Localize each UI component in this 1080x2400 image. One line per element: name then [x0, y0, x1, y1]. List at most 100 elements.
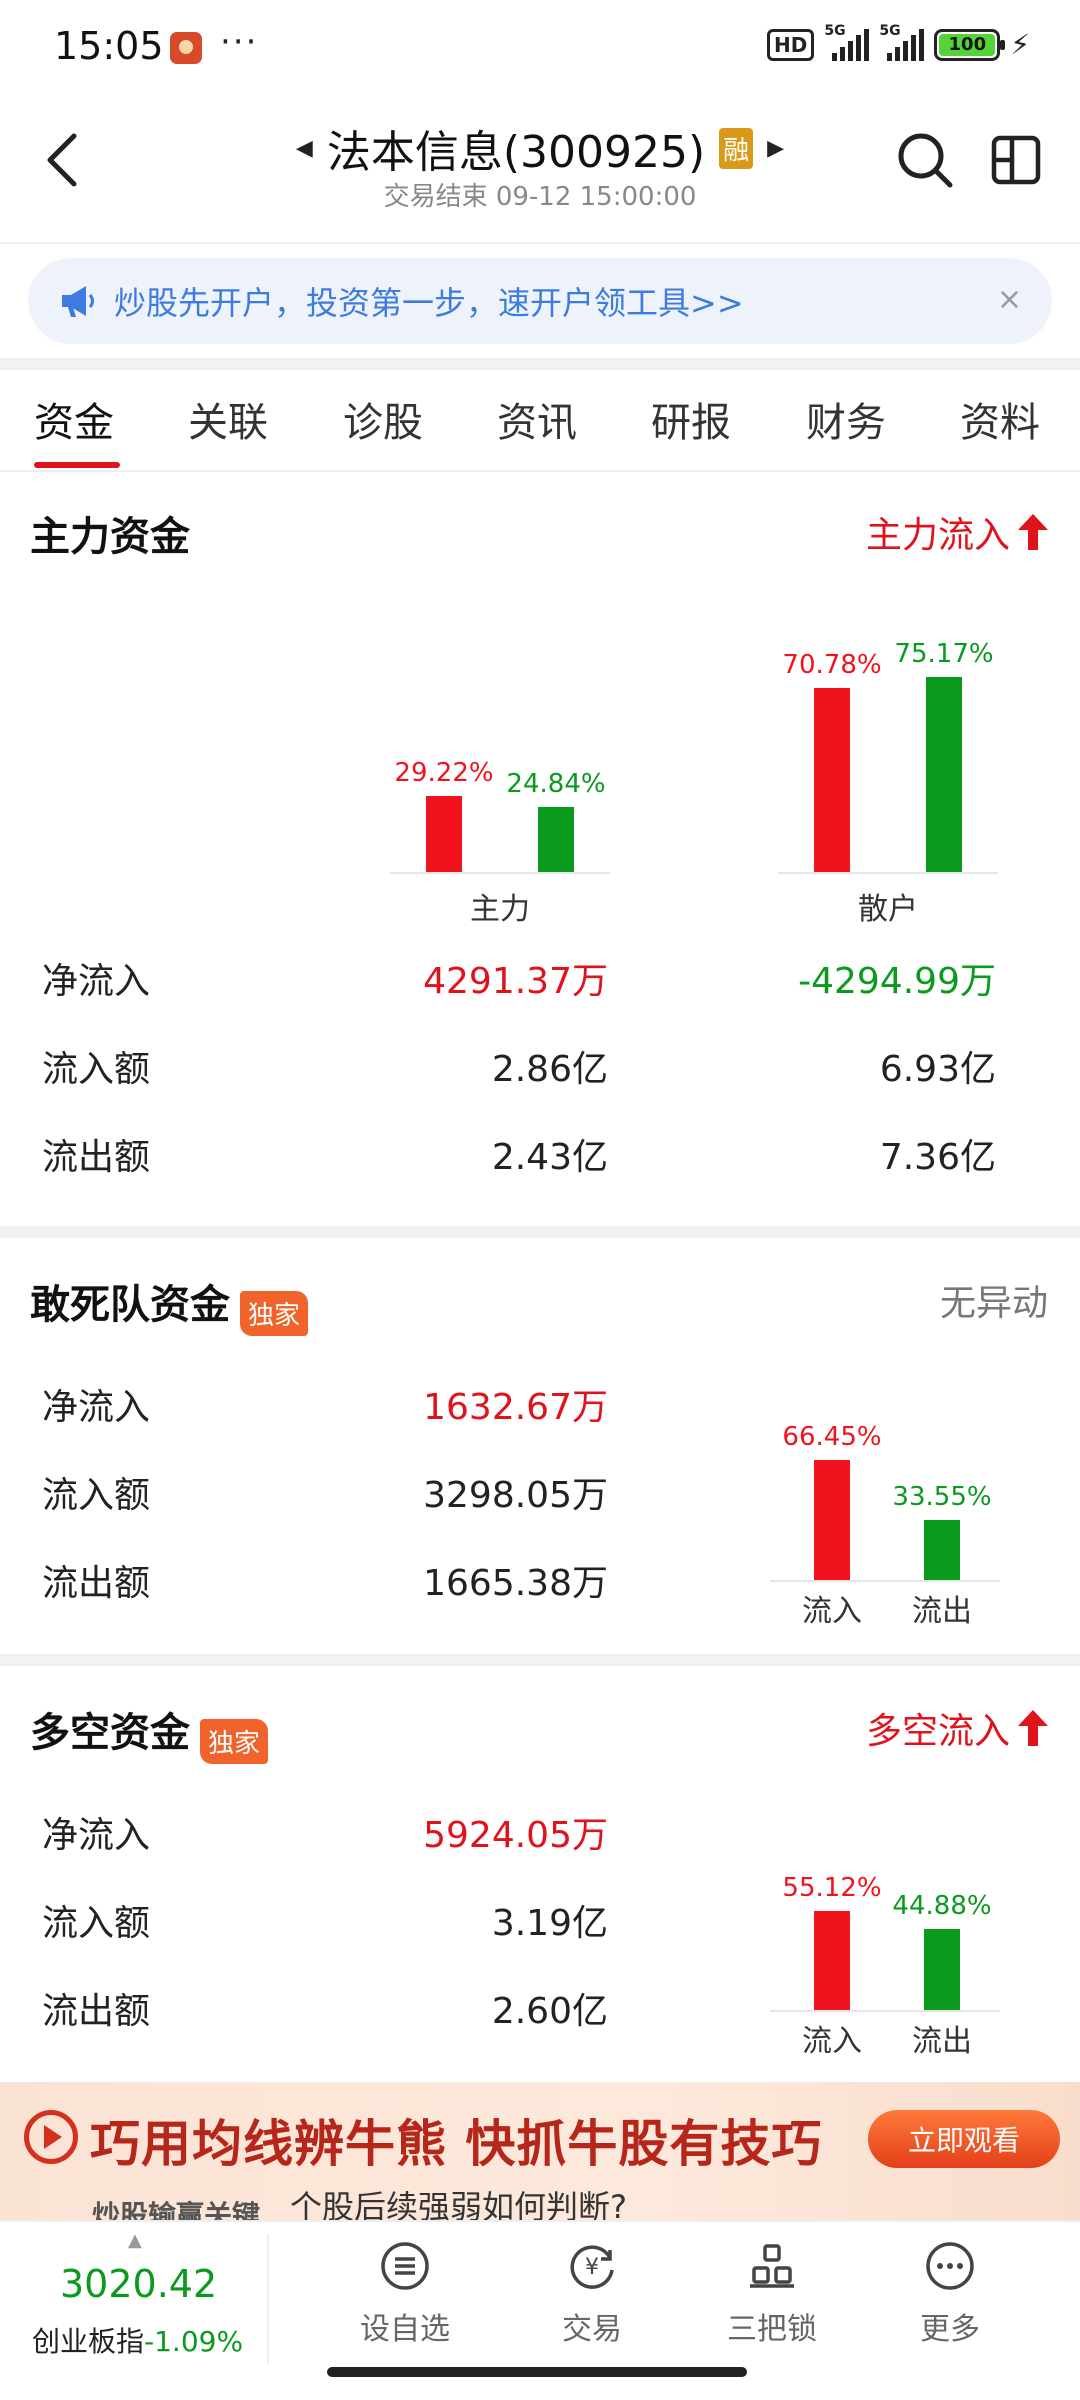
app-notification-icon — [170, 32, 202, 64]
net-inflow-label: 净流入 — [42, 1815, 151, 1856]
section-separator — [0, 358, 1080, 370]
tab-diagnosis[interactable]: 诊股 — [343, 390, 423, 448]
longshort-funds-header: 多空资金 独家 — [30, 1700, 269, 1764]
nav-more[interactable]: 更多 — [880, 2240, 1020, 2348]
outflow-label: 流出额 — [42, 1991, 151, 2032]
tab-divider — [0, 470, 1080, 472]
close-icon[interactable]: × — [997, 282, 1022, 317]
main-inflow: 2.86亿 — [491, 1049, 608, 1090]
battery-level: 100 — [939, 33, 996, 56]
section-separator — [0, 1654, 1080, 1666]
longshort-outflow: 2.60亿 — [491, 1991, 608, 2032]
chart-value-label: 66.45% — [782, 1422, 882, 1452]
chart-value-label: 33.55% — [892, 1482, 992, 1512]
share-icon[interactable] — [990, 134, 1042, 186]
open-account-banner[interactable]: 炒股先开户，投资第一步，速开户领工具>> × — [28, 258, 1052, 344]
chart-bar — [814, 688, 850, 872]
outflow-label: 流出额 — [42, 1563, 151, 1604]
main-flow-indicator[interactable]: 主力流入 — [866, 506, 1048, 558]
inflow-label: 流入额 — [42, 1903, 151, 1944]
longshort-flow-indicator[interactable]: 多空流入 — [866, 1702, 1048, 1754]
chart-value-label: 29.22% — [394, 758, 494, 788]
banner-text: 炒股先开户，投资第一步，速开户领工具>> — [114, 284, 744, 322]
more-icon — [926, 2242, 974, 2290]
network-type-label: 5G — [824, 22, 846, 39]
ad-banner[interactable]: 巧用均线辨牛熊 快抓牛股有技巧 立即观看 炒股输赢关键 个股后续强弱如何判断? — [0, 2082, 1080, 2220]
charging-icon: ⚡ — [1010, 28, 1030, 61]
longshort-funds-title: 多空资金 — [30, 1710, 190, 1756]
stock-title: 法本信息(300925) — [326, 127, 706, 178]
index-info[interactable]: 创业板指-1.09% — [32, 2320, 243, 2360]
tab-finance[interactable]: 财务 — [806, 390, 886, 448]
arrow-up-icon — [1018, 514, 1048, 550]
expand-index-icon[interactable]: ▲ — [128, 2230, 142, 2251]
main-funds-title: 主力资金 — [30, 514, 190, 560]
chart-value-label: 44.88% — [892, 1891, 992, 1921]
play-icon — [24, 2110, 78, 2164]
tab-news[interactable]: 资讯 — [497, 390, 577, 448]
dare-funds-header: 敢死队资金 独家 — [30, 1272, 309, 1336]
status-time: 15:05 — [54, 24, 164, 68]
tab-profile[interactable]: 资料 — [960, 390, 1040, 448]
dare-funds-chart: 66.45% 流入 33.55% 流出 — [760, 1400, 1080, 1640]
chart-baseline — [770, 1580, 1000, 1582]
battery-icon: 100 — [934, 28, 1006, 61]
section-separator — [0, 1226, 1080, 1238]
dare-inflow: 3298.05万 — [423, 1475, 608, 1516]
inflow-label: 流入额 — [42, 1049, 151, 1090]
prev-stock-icon[interactable]: ◀ — [296, 136, 313, 161]
dare-outflow: 1665.38万 — [423, 1563, 608, 1604]
dare-net-inflow: 1632.67万 — [423, 1387, 608, 1428]
nav-label: 更多 — [920, 2312, 980, 2347]
retail-outflow: 7.36亿 — [879, 1137, 996, 1178]
dare-funds-status: 无异动 — [939, 1283, 1048, 1324]
nav-three-locks[interactable]: 三把锁 — [702, 2240, 842, 2348]
index-change: -1.09% — [144, 2325, 244, 2358]
arrow-up-icon — [1018, 1710, 1048, 1746]
main-outflow: 2.43亿 — [491, 1137, 608, 1178]
nav-label: 设自选 — [360, 2312, 450, 2347]
status-indicators: HD 5G 5G 100 ⚡ — [766, 23, 1030, 61]
watch-now-button[interactable]: 立即观看 — [868, 2110, 1060, 2168]
main-funds-chart: 主力 29.22% 24.84% 散户 70.78% 75.17% — [0, 600, 1080, 930]
search-icon[interactable] — [895, 130, 955, 190]
chart-value-label: 24.84% — [506, 769, 606, 799]
longshort-inflow: 3.19亿 — [491, 1903, 608, 1944]
signal-icon: 5G — [879, 23, 925, 61]
nav-watchlist[interactable]: 设自选 — [335, 2240, 475, 2348]
index-value[interactable]: 3020.42 — [60, 2262, 217, 2306]
nav-trade[interactable]: ¥ 交易 — [522, 2240, 662, 2348]
chart-value-label: 55.12% — [782, 1873, 882, 1903]
chart-category-label: 流入 — [802, 1594, 862, 1629]
chart-bar — [538, 807, 574, 872]
margin-trading-badge: 融 — [719, 127, 754, 169]
chart-baseline — [390, 872, 610, 874]
outflow-label: 流出额 — [42, 1137, 151, 1178]
ad-subtitle: 个股后续强弱如何判断? — [290, 2188, 627, 2220]
home-indicator[interactable] — [327, 2367, 747, 2377]
network-type-label: 5G — [879, 22, 901, 39]
chart-value-label: 75.17% — [894, 639, 994, 669]
more-notifications-icon: ··· — [220, 22, 259, 62]
chart-baseline — [770, 2010, 1000, 2012]
chart-bar — [814, 1460, 850, 1580]
exclusive-badge: 独家 — [240, 1291, 309, 1336]
megaphone-icon — [62, 286, 94, 317]
nav-label: 交易 — [562, 2312, 622, 2347]
longshort-funds-chart: 55.12% 流入 44.88% 流出 — [760, 1830, 1080, 2070]
lock-group-icon — [750, 2244, 794, 2288]
chart-bar — [926, 677, 962, 872]
svg-text:¥: ¥ — [585, 2255, 599, 2280]
nav-label: 三把锁 — [727, 2312, 817, 2347]
tab-related[interactable]: 关联 — [188, 390, 268, 448]
chart-baseline — [778, 872, 998, 874]
tab-funds[interactable]: 资金 — [34, 390, 114, 448]
dare-funds-title: 敢死队资金 — [30, 1282, 230, 1328]
chart-category-label: 流出 — [912, 2024, 972, 2059]
net-inflow-label: 净流入 — [42, 1387, 151, 1428]
next-stock-icon[interactable]: ▶ — [767, 136, 784, 161]
longshort-flow-label: 多空流入 — [865, 1711, 1010, 1752]
chart-bar — [426, 796, 462, 872]
chart-bar — [814, 1911, 850, 2010]
tab-research[interactable]: 研报 — [651, 390, 731, 448]
